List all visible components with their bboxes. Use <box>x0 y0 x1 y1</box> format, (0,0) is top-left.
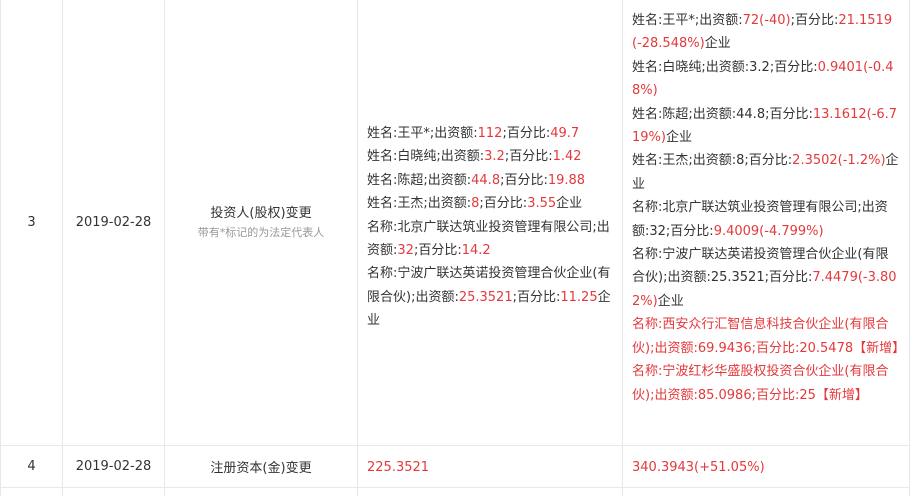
after-text: ;百分比: <box>790 13 839 28</box>
after-line: 名称:宁波广联达英诺投资管理合伙企业(有限合伙);出资额:25.3521;百分比… <box>632 243 901 313</box>
table-row: 3 2019-02-28 投资人(股权)变更 带有*标记的为法定代表人 姓名:王… <box>0 0 910 446</box>
after-value: 名称:西安众行汇智信息科技合伙企业(有限合伙);出资额:69.9436;百分比:… <box>632 317 906 356</box>
change-item-cell <box>164 488 357 496</box>
change-item-title: 注册资本(金)变更 <box>210 461 312 476</box>
row-index: 3 <box>27 215 36 230</box>
change-date: 2019-02-28 <box>75 215 152 230</box>
after-change-cell: 340.3943(+51.05%) <box>622 446 910 487</box>
after-line: 姓名:陈超;出资额:44.8;百分比:13.1612(-6.719%)企业 <box>632 103 901 150</box>
before-text: ;百分比: <box>512 289 561 305</box>
after-line: 姓名:王杰;出资额:8;百分比:2.3502(-1.2%)企业 <box>632 149 901 196</box>
change-date-cell: 2019-02-28 <box>62 0 164 445</box>
before-text: 姓名:王平*;出资额: <box>367 126 478 141</box>
after-text: 企业 <box>665 130 692 146</box>
before-change-cell: 225.3521 <box>357 446 622 487</box>
change-date-cell <box>62 488 164 496</box>
change-date-cell: 2019-02-28 <box>62 446 164 487</box>
before-text: 姓名:王杰;出资额: <box>367 196 472 212</box>
before-text: 姓名:陈超;出资额: <box>367 172 472 188</box>
after-value: 名称:宁波红杉华盛股权投资合伙企业(有限合伙);出资额:85.0986;百分比:… <box>632 364 889 403</box>
after-line: 名称:北京广联达筑业投资管理有限公司;出资额:32;百分比:9.4009(-4.… <box>632 196 901 243</box>
before-text: ;百分比: <box>479 196 528 212</box>
before-value: 112 <box>477 126 503 141</box>
table-row: 4 2019-02-28 注册资本(金)变更 225.3521 340.3943… <box>0 446 910 488</box>
before-capital-value: 225.3521 <box>367 459 430 475</box>
after-change-cell: 姓名:王平*;出资额:72(-40);百分比:21.1519(-28.548%)… <box>622 0 910 445</box>
after-value: 9.4009(-4.799%) <box>713 223 824 239</box>
before-change-content: 姓名:王平*;出资额:112;百分比:49.7 姓名:白晓纯;出资额:3.2;百分… <box>367 122 614 333</box>
after-line: 名称:宁波红杉华盛股权投资合伙企业(有限合伙);出资额:85.0986;百分比:… <box>632 360 901 407</box>
row-index-cell: 3 <box>0 0 62 445</box>
after-text: 企业 <box>704 36 731 52</box>
before-value: 49.7 <box>550 126 580 141</box>
after-text: 企业 <box>657 293 684 309</box>
after-text: 姓名:陈超;出资额:44.8;百分比: <box>632 106 813 122</box>
row-index-cell <box>0 488 62 496</box>
before-value: 3.55 <box>527 196 557 212</box>
after-value: 2.3502(-1.2%) <box>792 153 886 169</box>
change-date: 2019-02-28 <box>75 459 152 474</box>
change-item-cell: 投资人(股权)变更 带有*标记的为法定代表人 <box>164 0 357 445</box>
before-text: 姓名:白晓纯;出资额: <box>367 149 485 165</box>
after-change-content: 姓名:王平*;出资额:72(-40);百分比:21.1519(-28.548%)… <box>632 9 905 407</box>
before-text: ;百分比: <box>504 149 553 165</box>
before-text: 企业 <box>556 196 583 212</box>
before-line: 姓名:白晓纯;出资额:3.2;百分比:1.42 <box>367 145 614 168</box>
after-text: 姓名:王杰;出资额:8;百分比: <box>632 153 793 169</box>
before-value: 19.88 <box>547 172 586 188</box>
before-line: 名称:宁波广联达英诺投资管理合伙企业(有限合伙);出资额:25.3521;百分比… <box>367 262 614 332</box>
before-value: 32 <box>397 243 414 259</box>
after-line: 姓名:白晓纯;出资额:3.2;百分比:0.9401(-0.48%) <box>632 56 901 103</box>
change-item-title: 投资人(股权)变更 <box>210 205 312 221</box>
after-text: 姓名:白晓纯;出资额:3.2;百分比: <box>632 59 818 75</box>
change-record-table: 3 2019-02-28 投资人(股权)变更 带有*标记的为法定代表人 姓名:王… <box>0 0 910 496</box>
row-index-cell: 4 <box>0 446 62 487</box>
before-change-cell: 姓名:王平*;出资额:112;百分比:49.7 姓名:白晓纯;出资额:3.2;百分… <box>357 0 622 445</box>
before-line: 名称:北京广联达筑业投资管理有限公司;出资额:32;百分比:14.2 <box>367 216 614 263</box>
before-text: ;百分比: <box>413 243 462 259</box>
after-capital-value: 340.3943(+51.05%) <box>632 459 765 475</box>
before-text: ;百分比: <box>500 172 548 188</box>
legal-rep-note: 带有*标记的为法定代表人 <box>197 225 325 239</box>
before-value: 1.42 <box>552 149 582 165</box>
after-line: 姓名:王平*;出资额:72(-40);百分比:21.1519(-28.548%)… <box>632 9 901 56</box>
before-line: 姓名:王平*;出资额:112;百分比:49.7 <box>367 122 614 145</box>
before-text: ;百分比: <box>502 126 551 141</box>
table-row-partial <box>0 488 910 496</box>
after-text: 姓名:王平*;出资额: <box>632 13 743 28</box>
before-line: 姓名:陈超;出资额:44.8;百分比:19.88 <box>367 169 614 192</box>
before-value: 14.2 <box>461 243 491 259</box>
after-change-cell <box>622 488 910 496</box>
row-index: 4 <box>27 459 36 474</box>
before-line: 姓名:王杰;出资额:8;百分比:3.55企业 <box>367 192 614 215</box>
change-item-cell: 注册资本(金)变更 <box>164 446 357 487</box>
after-line: 名称:西安众行汇智信息科技合伙企业(有限合伙);出资额:69.9436;百分比:… <box>632 313 905 360</box>
before-change-cell <box>357 488 622 496</box>
before-value: 11.25 <box>560 289 598 305</box>
after-value: 72(-40) <box>742 13 791 28</box>
before-value: 25.3521 <box>458 289 513 305</box>
before-value: 44.8 <box>471 172 501 188</box>
before-value: 3.2 <box>484 149 505 165</box>
